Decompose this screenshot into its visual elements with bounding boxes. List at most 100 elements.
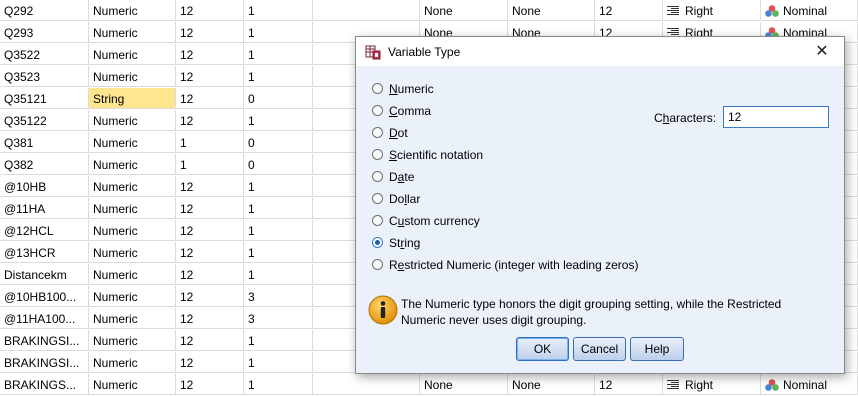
grid-cell-decimals[interactable]: 1: [244, 220, 313, 241]
grid-cell-width[interactable]: 1: [176, 154, 244, 175]
grid-cell-decimals[interactable]: 1: [244, 198, 313, 219]
type-option[interactable]: Numeric: [372, 80, 434, 98]
grid-cell-decimals[interactable]: 1: [244, 66, 313, 87]
grid-cell-label[interactable]: [313, 0, 420, 21]
radio-button[interactable]: [372, 83, 383, 95]
grid-cell-type[interactable]: Numeric: [89, 352, 176, 373]
grid-cell-width[interactable]: 12: [176, 0, 244, 21]
grid-cell-columns[interactable]: 12: [595, 374, 663, 395]
grid-cell-type[interactable]: Numeric: [89, 308, 176, 329]
grid-cell-type[interactable]: Numeric: [89, 0, 176, 21]
type-option[interactable]: Comma: [372, 102, 431, 120]
grid-cell-name[interactable]: @13HCR: [0, 242, 89, 263]
grid-cell-name[interactable]: Q35121: [0, 88, 89, 109]
type-option[interactable]: Custom currency: [372, 212, 480, 230]
radio-button[interactable]: [372, 171, 383, 183]
radio-button[interactable]: [372, 259, 383, 271]
grid-cell-values[interactable]: None: [420, 0, 508, 21]
type-option[interactable]: Dot: [372, 124, 408, 142]
close-button[interactable]: ✕: [800, 37, 844, 66]
grid-cell-decimals[interactable]: 1: [244, 44, 313, 65]
type-option[interactable]: Restricted Numeric (integer with leading…: [372, 256, 638, 274]
grid-cell-decimals[interactable]: 1: [244, 242, 313, 263]
grid-cell-width[interactable]: 12: [176, 198, 244, 219]
grid-cell-name[interactable]: BRAKINGSI...: [0, 330, 89, 351]
type-option[interactable]: String: [372, 234, 420, 252]
grid-cell-name[interactable]: Q3522: [0, 44, 89, 65]
grid-cell-name[interactable]: @11HA: [0, 198, 89, 219]
grid-cell-missing[interactable]: None: [508, 0, 595, 21]
grid-cell-width[interactable]: 12: [176, 242, 244, 263]
grid-cell-label[interactable]: [313, 374, 420, 395]
grid-cell-type[interactable]: Numeric: [89, 44, 176, 65]
radio-selected[interactable]: [372, 237, 383, 249]
grid-cell-width[interactable]: 12: [176, 330, 244, 351]
grid-cell-decimals[interactable]: 1: [244, 176, 313, 197]
cancel-button[interactable]: Cancel: [573, 337, 626, 361]
radio-button[interactable]: [372, 149, 383, 161]
grid-cell-width[interactable]: 12: [176, 110, 244, 131]
grid-cell-width[interactable]: 12: [176, 286, 244, 307]
grid-cell-type[interactable]: Numeric: [89, 110, 176, 131]
grid-cell-align[interactable]: Right: [663, 0, 761, 21]
grid-cell-decimals[interactable]: 3: [244, 308, 313, 329]
dialog-titlebar[interactable]: Variable Type ✕: [356, 37, 844, 66]
grid-cell-type[interactable]: Numeric: [89, 154, 176, 175]
grid-cell-width[interactable]: 12: [176, 66, 244, 87]
grid-cell-name[interactable]: @11HA100...: [0, 308, 89, 329]
grid-cell-name[interactable]: Q381: [0, 132, 89, 153]
grid-cell-name[interactable]: Q292: [0, 0, 89, 21]
grid-cell-width[interactable]: 12: [176, 176, 244, 197]
grid-cell-decimals[interactable]: 1: [244, 110, 313, 131]
grid-cell-name[interactable]: Q293: [0, 22, 89, 43]
grid-cell-type[interactable]: String: [89, 88, 176, 109]
grid-cell-decimals[interactable]: 0: [244, 154, 313, 175]
grid-cell-type[interactable]: Numeric: [89, 220, 176, 241]
radio-button[interactable]: [372, 215, 383, 227]
grid-cell-width[interactable]: 1: [176, 132, 244, 153]
grid-cell-width[interactable]: 12: [176, 220, 244, 241]
type-option[interactable]: Date: [372, 168, 414, 186]
grid-cell-name[interactable]: @10HB: [0, 176, 89, 197]
radio-button[interactable]: [372, 193, 383, 205]
grid-cell-type[interactable]: Numeric: [89, 176, 176, 197]
grid-cell-type[interactable]: Numeric: [89, 286, 176, 307]
grid-cell-decimals[interactable]: 1: [244, 264, 313, 285]
grid-cell-width[interactable]: 12: [176, 44, 244, 65]
ok-button[interactable]: OK: [516, 337, 569, 361]
grid-cell-decimals[interactable]: 0: [244, 132, 313, 153]
grid-cell-width[interactable]: 12: [176, 374, 244, 395]
grid-cell-width[interactable]: 12: [176, 22, 244, 43]
grid-cell-decimals[interactable]: 1: [244, 0, 313, 21]
grid-cell-values[interactable]: None: [420, 374, 508, 395]
grid-cell-width[interactable]: 12: [176, 352, 244, 373]
grid-cell-type[interactable]: Numeric: [89, 66, 176, 87]
grid-cell-type[interactable]: Numeric: [89, 22, 176, 43]
grid-cell-align[interactable]: Right: [663, 374, 761, 395]
grid-cell-measure[interactable]: Nominal: [761, 374, 858, 395]
grid-cell-missing[interactable]: None: [508, 374, 595, 395]
grid-cell-decimals[interactable]: 1: [244, 22, 313, 43]
grid-cell-name[interactable]: Distancekm: [0, 264, 89, 285]
grid-cell-columns[interactable]: 12: [595, 0, 663, 21]
grid-cell-name[interactable]: Q382: [0, 154, 89, 175]
grid-cell-type[interactable]: Numeric: [89, 264, 176, 285]
grid-cell-width[interactable]: 12: [176, 308, 244, 329]
grid-cell-name[interactable]: BRAKINGSI...: [0, 352, 89, 373]
grid-cell-decimals[interactable]: 1: [244, 352, 313, 373]
grid-cell-name[interactable]: @10HB100...: [0, 286, 89, 307]
characters-input[interactable]: [723, 106, 829, 128]
grid-cell-measure[interactable]: Nominal: [761, 0, 858, 21]
type-option[interactable]: Scientific notation: [372, 146, 483, 164]
grid-cell-name[interactable]: BRAKINGS...: [0, 374, 89, 395]
grid-cell-name[interactable]: Q35122: [0, 110, 89, 131]
grid-cell-name[interactable]: @12HCL: [0, 220, 89, 241]
grid-cell-type[interactable]: Numeric: [89, 198, 176, 219]
grid-cell-decimals[interactable]: 1: [244, 374, 313, 395]
grid-cell-decimals[interactable]: 0: [244, 88, 313, 109]
grid-cell-type[interactable]: Numeric: [89, 242, 176, 263]
grid-cell-type[interactable]: Numeric: [89, 374, 176, 395]
grid-cell-width[interactable]: 12: [176, 264, 244, 285]
help-button[interactable]: Help: [630, 337, 684, 361]
grid-cell-type[interactable]: Numeric: [89, 132, 176, 153]
